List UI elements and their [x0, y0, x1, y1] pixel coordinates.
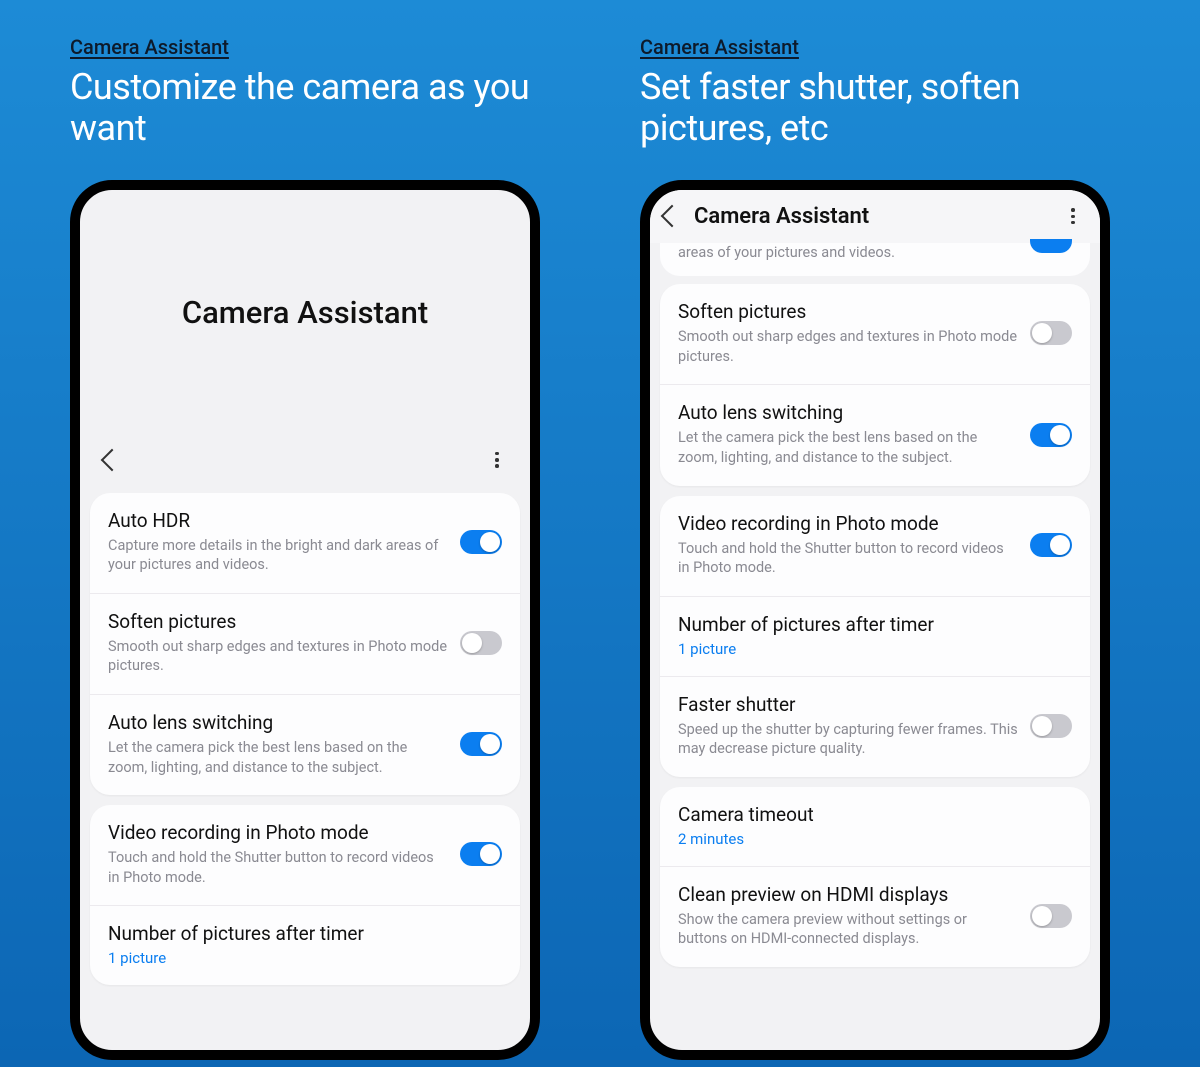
promo-headline: Customize the camera as you want	[70, 67, 570, 150]
toggle-auto-hdr[interactable]	[460, 530, 502, 554]
row-auto-lens[interactable]: Auto lens switching Let the camera pick …	[660, 384, 1090, 485]
row-soften[interactable]: Soften pictures Smooth out sharp edges a…	[90, 593, 520, 694]
settings-card-c: Camera timeout 2 minutes Clean preview o…	[660, 787, 1090, 967]
toggle-clipped[interactable]	[1030, 239, 1072, 253]
promo-panel-left: Camera Assistant Customize the camera as…	[70, 0, 570, 1060]
row-video-rec[interactable]: Video recording in Photo mode Touch and …	[660, 496, 1090, 596]
toggle-auto-lens[interactable]	[460, 732, 502, 756]
chevron-left-icon	[661, 205, 684, 228]
row-title: Camera timeout	[678, 803, 1060, 826]
row-auto-lens[interactable]: Auto lens switching Let the camera pick …	[90, 694, 520, 795]
settings-card-2: Video recording in Photo mode Touch and …	[90, 805, 520, 985]
row-auto-hdr[interactable]: Auto HDR Capture more details in the bri…	[90, 493, 520, 593]
row-desc: Show the camera preview without settings…	[678, 910, 1018, 949]
row-faster-shutter[interactable]: Faster shutter Speed up the shutter by c…	[660, 676, 1090, 777]
row-num-pics[interactable]: Number of pictures after timer 1 picture	[660, 596, 1090, 676]
row-soften[interactable]: Soften pictures Smooth out sharp edges a…	[660, 284, 1090, 384]
toggle-clean-preview[interactable]	[1030, 904, 1072, 928]
toggle-soften[interactable]	[1030, 321, 1072, 345]
page-title: Camera Assistant	[80, 190, 530, 435]
row-title: Soften pictures	[678, 300, 1018, 323]
toggle-faster-shutter[interactable]	[1030, 714, 1072, 738]
row-num-pics[interactable]: Number of pictures after timer 1 picture	[90, 905, 520, 985]
toggle-auto-lens[interactable]	[1030, 423, 1072, 447]
promo-panel-right: Camera Assistant Set faster shutter, sof…	[640, 0, 1160, 1060]
toolbar-title: Camera Assistant	[694, 204, 1064, 229]
settings-card-a: Soften pictures Smooth out sharp edges a…	[660, 284, 1090, 485]
row-title: Clean preview on HDMI displays	[678, 883, 1018, 906]
row-title: Number of pictures after timer	[678, 613, 1060, 636]
row-desc: areas of your pictures and videos.	[678, 243, 1018, 263]
row-title: Number of pictures after timer	[108, 922, 490, 945]
row-desc: Capture more details in the bright and d…	[108, 536, 448, 575]
chevron-left-icon	[101, 448, 124, 471]
row-clean-preview[interactable]: Clean preview on HDMI displays Show the …	[660, 866, 1090, 967]
row-desc: Smooth out sharp edges and textures in P…	[678, 327, 1018, 366]
settings-card-b: Video recording in Photo mode Touch and …	[660, 496, 1090, 777]
row-title: Soften pictures	[108, 610, 448, 633]
row-title: Video recording in Photo mode	[108, 821, 448, 844]
toggle-video-rec[interactable]	[460, 842, 502, 866]
row-title: Auto lens switching	[678, 401, 1018, 424]
more-button[interactable]	[1064, 207, 1082, 225]
promo-headline: Set faster shutter, soften pictures, etc	[640, 67, 1160, 150]
row-desc: Touch and hold the Shutter button to rec…	[678, 539, 1018, 578]
row-title: Video recording in Photo mode	[678, 512, 1018, 535]
row-desc: Let the camera pick the best lens based …	[678, 428, 1018, 467]
row-desc: Touch and hold the Shutter button to rec…	[108, 848, 448, 887]
back-button[interactable]	[104, 452, 120, 468]
toggle-soften[interactable]	[460, 631, 502, 655]
row-camera-timeout[interactable]: Camera timeout 2 minutes	[660, 787, 1090, 866]
app-name-link[interactable]: Camera Assistant	[640, 35, 799, 59]
row-video-rec[interactable]: Video recording in Photo mode Touch and …	[90, 805, 520, 905]
app-name-link[interactable]: Camera Assistant	[70, 35, 229, 59]
row-title: Auto lens switching	[108, 711, 448, 734]
row-value: 2 minutes	[678, 830, 1060, 848]
row-desc: Let the camera pick the best lens based …	[108, 738, 448, 777]
row-title: Faster shutter	[678, 693, 1018, 716]
row-desc: Smooth out sharp edges and textures in P…	[108, 637, 448, 676]
settings-card-1: Auto HDR Capture more details in the bri…	[90, 493, 520, 795]
toolbar: Camera Assistant	[650, 190, 1100, 243]
row-value: 1 picture	[108, 949, 490, 967]
back-button[interactable]	[664, 208, 680, 224]
row-value: 1 picture	[678, 640, 1060, 658]
phone-frame-left: Camera Assistant Auto HDR Capture more d…	[70, 180, 540, 1060]
row-title: Auto HDR	[108, 509, 448, 532]
row-desc: Speed up the shutter by capturing fewer …	[678, 720, 1018, 759]
toggle-video-rec[interactable]	[1030, 533, 1072, 557]
row-clipped-auto-hdr[interactable]: areas of your pictures and videos.	[660, 243, 1090, 277]
more-button[interactable]	[488, 451, 506, 469]
phone-frame-right: Camera Assistant areas of your pictures …	[640, 180, 1110, 1060]
